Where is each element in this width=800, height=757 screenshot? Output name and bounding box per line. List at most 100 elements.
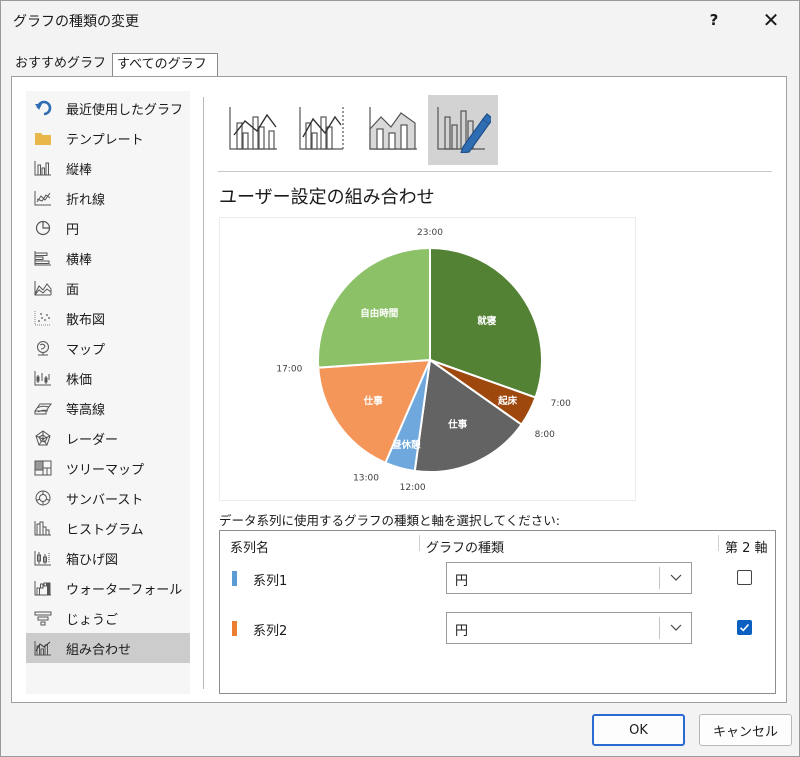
sidebar-item-templates[interactable]: テンプレート <box>26 123 190 153</box>
sidebar-item-label: 縦棒 <box>66 162 93 178</box>
change-chart-type-dialog: グラフの種類の変更 ? ✕ おすすめグラフ すべてのグラフ 最近使用したグラフ <box>0 0 800 757</box>
select-divider <box>659 567 660 589</box>
chevron-down-icon[interactable] <box>665 568 687 588</box>
slice-label: 起床 <box>497 395 518 407</box>
sidebar-item-label: 最近使用したグラフ <box>66 102 184 118</box>
time-label: 17:00 <box>276 365 302 375</box>
cancel-button[interactable]: キャンセル <box>699 714 792 746</box>
header-divider <box>718 535 719 551</box>
tab-panel: 最近使用したグラフ テンプレート 縦棒 折れ線 円 横棒 面 散布図 マップ 株… <box>11 76 787 703</box>
time-label: 12:00 <box>400 483 426 493</box>
clustered-column-line-icon <box>227 105 279 155</box>
sidebar-item-label: ツリーマップ <box>66 462 145 478</box>
funnel-icon <box>32 608 54 628</box>
slice-label: 仕事 <box>363 395 384 407</box>
sidebar-item-recent[interactable]: 最近使用したグラフ <box>26 93 190 123</box>
series1-chart-type-select[interactable]: 円 <box>446 562 692 594</box>
help-icon: ? <box>709 11 719 29</box>
scatter-chart-icon <box>32 308 54 328</box>
time-label: 7:00 <box>551 399 571 409</box>
series-prompt: データ系列に使用するグラフの種類と軸を選択してください: <box>219 513 560 528</box>
sidebar-item-surface[interactable]: 等高線 <box>26 393 190 423</box>
treemap-icon <box>32 458 54 478</box>
sunburst-icon <box>32 488 54 508</box>
header-series-name: 系列名 <box>230 541 270 556</box>
combo-type-clustered-column-line-secondary[interactable] <box>288 95 358 165</box>
sidebar-item-scatter[interactable]: 散布図 <box>26 303 190 333</box>
stacked-area-column-icon <box>367 105 419 155</box>
sidebar-item-label: マップ <box>66 342 106 358</box>
close-icon: ✕ <box>762 8 780 32</box>
sidebar-item-label: 等高線 <box>66 402 106 418</box>
radar-chart-icon <box>32 428 54 448</box>
sidebar-item-bar[interactable]: 横棒 <box>26 243 190 273</box>
sidebar-item-box-whisker[interactable]: 箱ひげ図 <box>26 543 190 573</box>
sidebar-item-label: 箱ひげ図 <box>66 552 119 568</box>
series-name: 系列2 <box>253 624 288 639</box>
waterfall-icon <box>32 578 54 598</box>
series-row: 系列1 円 <box>220 559 775 599</box>
series2-chart-type-select[interactable]: 円 <box>446 612 692 644</box>
time-label: 13:00 <box>353 473 379 483</box>
series2-secondary-axis-checkbox[interactable] <box>737 620 752 635</box>
sidebar-item-histogram[interactable]: ヒストグラム <box>26 513 190 543</box>
ok-label: OK <box>629 722 648 738</box>
chevron-down-icon[interactable] <box>665 618 687 638</box>
custom-combo-icon <box>435 103 494 157</box>
combo-type-stacked-area-column[interactable] <box>358 95 428 165</box>
time-label: 8:00 <box>535 430 555 440</box>
box-whisker-icon <box>32 548 54 568</box>
sidebar-item-label: テンプレート <box>66 132 144 148</box>
header-secondary-axis: 第 2 軸 <box>725 541 768 556</box>
combo-type-clustered-column-line[interactable] <box>218 95 288 165</box>
slice-label: 自由時間 <box>360 308 398 320</box>
gallery-divider <box>218 171 772 172</box>
combo-chart-icon <box>32 638 54 658</box>
bar-chart-icon <box>32 248 54 268</box>
title-bar: グラフの種類の変更 ? ✕ <box>1 1 799 39</box>
tab-all-charts[interactable]: すべてのグラフ <box>112 53 218 77</box>
tab-recommended-charts[interactable]: おすすめグラフ <box>11 53 111 76</box>
combo-heading: ユーザー設定の組み合わせ <box>219 187 435 208</box>
sidebar-item-label: 面 <box>66 282 80 298</box>
sidebar-item-area[interactable]: 面 <box>26 273 190 303</box>
sidebar-item-map[interactable]: マップ <box>26 333 190 363</box>
sidebar-item-label: 散布図 <box>66 312 106 328</box>
panel-divider <box>203 97 204 689</box>
area-chart-icon <box>32 278 54 298</box>
sidebar-item-line[interactable]: 折れ線 <box>26 183 190 213</box>
ok-button[interactable]: OK <box>592 714 685 746</box>
sidebar-item-waterfall[interactable]: ウォーターフォール <box>26 573 190 603</box>
combo-type-custom[interactable] <box>428 95 498 165</box>
close-button[interactable]: ✕ <box>751 5 791 35</box>
sidebar-item-combo[interactable]: 組み合わせ <box>26 633 190 663</box>
surface-chart-icon <box>32 398 54 418</box>
help-button[interactable]: ? <box>694 5 734 35</box>
series1-secondary-axis-checkbox[interactable] <box>737 570 752 585</box>
sidebar-item-stock[interactable]: 株価 <box>26 363 190 393</box>
series-color-swatch <box>232 571 237 586</box>
undo-arrow-icon <box>32 98 54 118</box>
sidebar-item-label: 折れ線 <box>66 192 106 208</box>
pie-chart-icon <box>32 218 54 238</box>
line-chart-icon <box>32 188 54 208</box>
sidebar-item-pie[interactable]: 円 <box>26 213 190 243</box>
sidebar-item-sunburst[interactable]: サンバースト <box>26 483 190 513</box>
stock-chart-icon <box>32 368 54 388</box>
sidebar-item-label: ウォーターフォール <box>66 582 183 598</box>
sidebar-item-label: 円 <box>66 222 80 238</box>
slice-label: 就寝 <box>477 315 497 327</box>
sidebar-item-funnel[interactable]: じょうご <box>26 603 190 633</box>
sidebar-item-label: 株価 <box>66 372 93 388</box>
sidebar-item-column[interactable]: 縦棒 <box>26 153 190 183</box>
time-label: 23:00 <box>417 228 443 238</box>
sidebar-item-treemap[interactable]: ツリーマップ <box>26 453 190 483</box>
chart-preview: 就寝 起床 仕事 昼休憩 仕事 自由時間 23:00 7:00 8:00 12:00 13:00 1… <box>219 217 636 501</box>
sidebar-item-radar[interactable]: レーダー <box>26 423 190 453</box>
histogram-icon <box>32 518 54 538</box>
slice-label: 昼休憩 <box>392 439 421 451</box>
header-chart-type: グラフの種類 <box>426 541 505 556</box>
header-divider <box>419 535 420 551</box>
select-divider <box>659 617 660 639</box>
clustered-column-line-secondary-icon <box>297 105 349 155</box>
